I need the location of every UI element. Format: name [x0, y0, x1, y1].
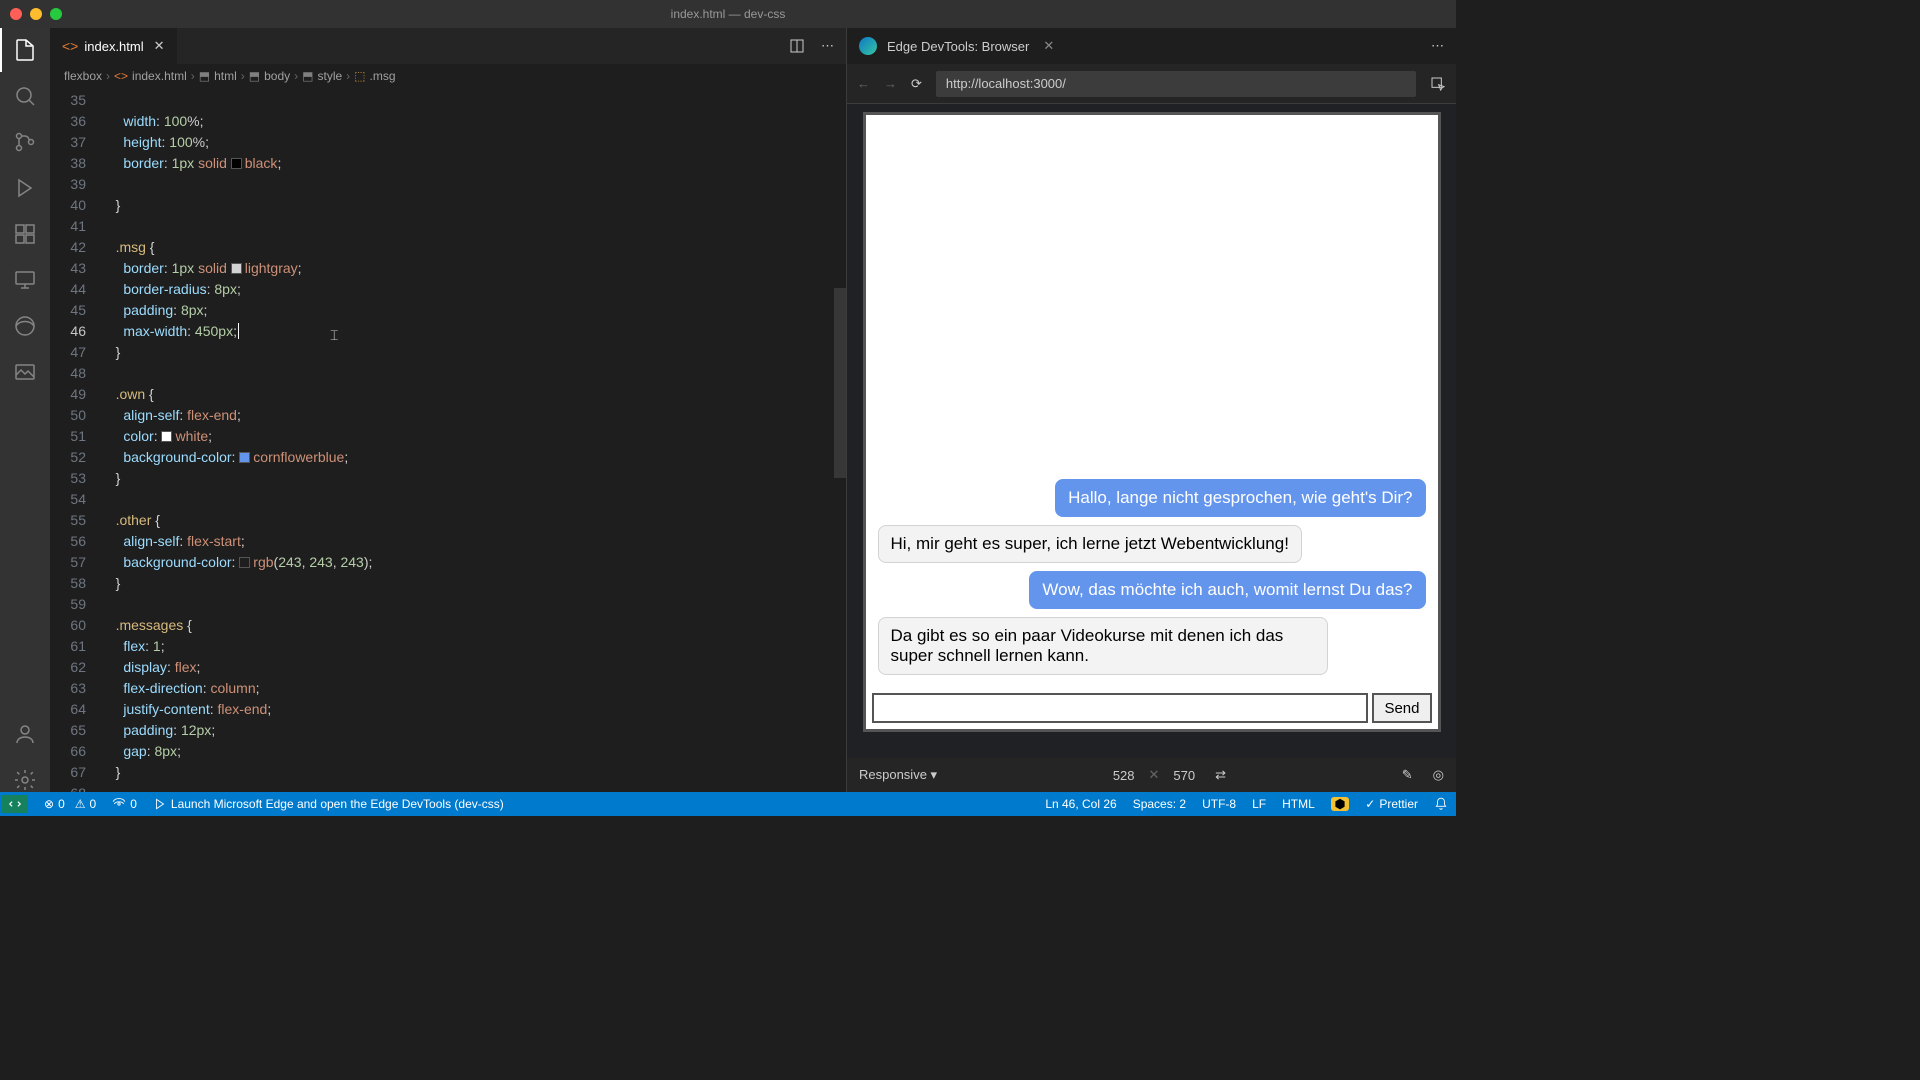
viewport-height[interactable]: 570	[1173, 768, 1195, 783]
html-file-icon: <>	[62, 38, 78, 54]
rotate-icon[interactable]: ⇄	[1215, 767, 1226, 783]
chat-message: Hallo, lange nicht gesprochen, wie geht'…	[1055, 479, 1425, 517]
prettier-status[interactable]: ✓ Prettier	[1365, 797, 1418, 811]
tab-label: index.html	[84, 39, 143, 54]
message-input[interactable]	[872, 693, 1369, 723]
chat-message: Da gibt es so ein paar Videokurse mit de…	[878, 617, 1328, 675]
devtools-more-icon[interactable]: ⋯	[1431, 38, 1444, 54]
language-mode[interactable]: HTML	[1282, 797, 1315, 811]
search-icon[interactable]	[13, 84, 37, 108]
reload-icon[interactable]: ⟳	[911, 76, 922, 92]
indentation[interactable]: Spaces: 2	[1133, 797, 1186, 811]
minimize-window[interactable]	[30, 8, 42, 20]
responsive-selector[interactable]: Responsive ▾	[859, 767, 937, 783]
explorer-icon[interactable]	[13, 38, 37, 62]
inspect-icon[interactable]	[1430, 76, 1446, 92]
extensions-icon[interactable]	[13, 222, 37, 246]
crumb[interactable]: style	[317, 69, 342, 83]
code-editor[interactable]: 3536373839404142434445464748495051525354…	[50, 88, 846, 792]
run-debug-icon[interactable]	[13, 176, 37, 200]
crumb[interactable]: body	[264, 69, 290, 83]
launch-edge-text[interactable]: Launch Microsoft Edge and open the Edge …	[153, 797, 504, 811]
back-icon[interactable]: ←	[857, 76, 870, 91]
close-window[interactable]	[10, 8, 22, 20]
split-editor-icon[interactable]	[789, 38, 805, 54]
chat-message: Hi, mir geht es super, ich lerne jetzt W…	[878, 525, 1302, 563]
devtools-title: Edge DevTools: Browser	[887, 39, 1029, 54]
notifications-icon[interactable]	[1434, 797, 1448, 811]
remote-indicator[interactable]	[2, 795, 28, 813]
minimap[interactable]	[834, 88, 846, 792]
editor-tabs: <> index.html ✕ ⋯	[50, 28, 846, 64]
remote-icon[interactable]	[13, 268, 37, 292]
encoding[interactable]: UTF-8	[1202, 797, 1236, 811]
send-button[interactable]: Send	[1372, 693, 1431, 723]
settings-icon[interactable]	[13, 768, 37, 792]
close-tab-icon[interactable]: ✕	[154, 38, 165, 54]
chat-message: Wow, das möchte ich auch, womit lernst D…	[1029, 571, 1425, 609]
url-input[interactable]	[936, 71, 1416, 97]
traffic-lights	[10, 8, 62, 20]
device-preview: Hallo, lange nicht gesprochen, wie geht'…	[863, 112, 1441, 732]
edit-icon[interactable]: ✎	[1402, 767, 1413, 783]
forward-icon[interactable]: →	[884, 76, 897, 91]
source-control-icon[interactable]	[13, 130, 37, 154]
titlebar: index.html — dev-css	[0, 0, 1456, 28]
status-bar: ⊗0 ⚠0 0 Launch Microsoft Edge and open t…	[0, 792, 1456, 816]
extension-badge[interactable]: ⬢	[1331, 797, 1349, 811]
viewport-width[interactable]: 528	[1113, 768, 1135, 783]
gallery-icon[interactable]	[13, 360, 37, 384]
close-devtools-icon[interactable]: ✕	[1043, 38, 1054, 54]
tab-index-html[interactable]: <> index.html ✕	[50, 28, 178, 64]
target-icon[interactable]: ◎	[1433, 767, 1444, 783]
account-icon[interactable]	[13, 722, 37, 746]
zoom-window[interactable]	[50, 8, 62, 20]
devtools-panel: Edge DevTools: Browser ✕ ⋯ ← → ⟳ Hallo, …	[846, 28, 1456, 792]
edge-tools-icon[interactable]	[13, 314, 37, 338]
breadcrumbs[interactable]: flexbox › <> index.html › ⬒ html › ⬒ bod…	[50, 64, 846, 88]
activity-indicator	[0, 28, 2, 72]
eol[interactable]: LF	[1252, 797, 1266, 811]
edge-icon	[859, 37, 877, 55]
window-title: index.html — dev-css	[671, 7, 786, 21]
cursor-position[interactable]: Ln 46, Col 26	[1045, 797, 1116, 811]
activity-bar	[0, 28, 50, 792]
problems[interactable]: ⊗0 ⚠0	[44, 797, 96, 811]
crumb[interactable]: index.html	[132, 69, 187, 83]
crumb[interactable]: .msg	[370, 69, 396, 83]
html-file-icon: <>	[114, 69, 128, 83]
more-actions-icon[interactable]: ⋯	[821, 38, 834, 54]
crumb[interactable]: html	[214, 69, 237, 83]
ports[interactable]: 0	[112, 797, 137, 811]
crumb[interactable]: flexbox	[64, 69, 102, 83]
